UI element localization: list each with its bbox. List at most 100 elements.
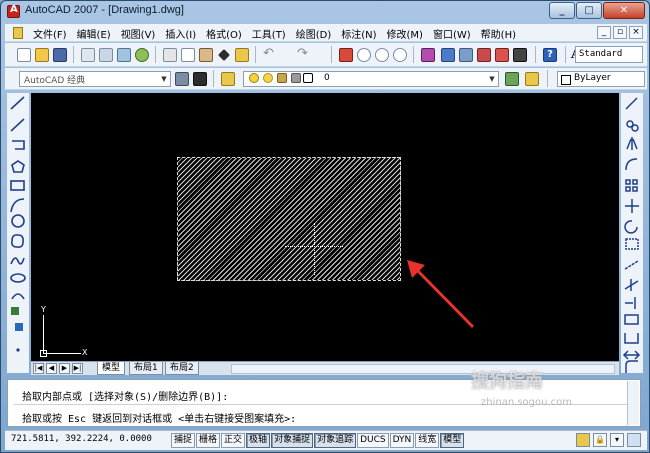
- fillet-icon: [625, 360, 638, 373]
- command-scrollbar[interactable]: [627, 381, 639, 425]
- polygon-icon: [11, 160, 25, 173]
- status-menu-icon[interactable]: ▾: [610, 433, 624, 447]
- match-properties-icon[interactable]: [218, 49, 230, 61]
- arc-icon: [10, 198, 25, 213]
- menu-edit[interactable]: 编辑(E): [77, 26, 111, 41]
- paste-icon[interactable]: [199, 48, 213, 62]
- design-center-icon[interactable]: [441, 48, 455, 62]
- layer-color-icon[interactable]: [291, 73, 301, 83]
- doc-minimize-button[interactable]: _: [597, 26, 611, 39]
- menu-format[interactable]: 格式(O): [206, 26, 242, 41]
- array-icon: [625, 179, 631, 185]
- menu-help[interactable]: 帮助(H): [481, 26, 516, 41]
- print-preview-icon[interactable]: [99, 48, 113, 62]
- autocad-app-icon[interactable]: [7, 4, 20, 18]
- line-icon: [10, 96, 25, 110]
- calculator-icon[interactable]: [513, 48, 527, 62]
- pan-icon[interactable]: [339, 48, 353, 62]
- next-tab-button[interactable]: ▶: [59, 363, 70, 374]
- menu-file[interactable]: 文件(F): [33, 26, 67, 41]
- zoom-previous-icon[interactable]: [393, 48, 407, 62]
- publish-icon[interactable]: [117, 48, 131, 62]
- text-style-select[interactable]: Standard: [575, 46, 643, 63]
- workspace-settings-icon[interactable]: [175, 72, 189, 86]
- break-icon: [624, 314, 639, 325]
- communication-center-icon[interactable]: [576, 433, 590, 447]
- clean-screen-icon[interactable]: [627, 433, 641, 447]
- open-file-icon[interactable]: [35, 48, 49, 62]
- lineweight-toggle[interactable]: 线宽: [415, 433, 440, 448]
- save-icon[interactable]: [53, 48, 67, 62]
- make-current-layer-icon[interactable]: [505, 72, 519, 86]
- layer-on-icon[interactable]: [249, 73, 259, 83]
- doc-close-button[interactable]: ×: [629, 26, 643, 39]
- layer-manager-icon[interactable]: [221, 72, 235, 86]
- prev-tab-button[interactable]: ◀: [46, 363, 57, 374]
- menu-bar: 文件(F) 编辑(E) 视图(V) 插入(I) 格式(O) 工具(T) 绘图(D…: [5, 24, 647, 42]
- cut-icon[interactable]: [163, 48, 177, 62]
- doc-restore-button[interactable]: ▫: [613, 26, 627, 39]
- model-toggle[interactable]: 模型: [440, 433, 465, 448]
- dyn-toggle[interactable]: DYN: [389, 433, 415, 448]
- copy-icon[interactable]: [181, 48, 195, 62]
- make-block-icon: [15, 323, 23, 331]
- tab-model[interactable]: 模型: [97, 362, 126, 375]
- save-workspace-icon[interactable]: [193, 72, 207, 86]
- redo-icon[interactable]: ↷: [297, 47, 311, 62]
- minimize-button[interactable]: _: [549, 2, 575, 19]
- undo-icon[interactable]: ↶: [263, 47, 277, 62]
- tab-layout2[interactable]: 布局2: [165, 362, 199, 375]
- autocad-window: AutoCAD 2007 - [Drawing1.dwg] _ □ ✕ 文件(F…: [0, 0, 650, 453]
- ortho-toggle[interactable]: 正交: [221, 433, 246, 448]
- maximize-button[interactable]: □: [576, 2, 602, 19]
- layer-value: 0: [324, 73, 330, 83]
- join-icon: [624, 333, 639, 344]
- menu-modify[interactable]: 修改(M): [387, 26, 423, 41]
- menu-window[interactable]: 窗口(W): [433, 26, 471, 41]
- help-icon[interactable]: ?: [543, 48, 557, 62]
- ellipse-icon: [10, 273, 26, 283]
- menu-insert[interactable]: 插入(I): [165, 26, 196, 41]
- zoom-realtime-icon[interactable]: [357, 48, 371, 62]
- layer-lock-icon[interactable]: [277, 73, 287, 83]
- polar-toggle[interactable]: 极轴: [246, 433, 271, 448]
- modify-tools-icons: [622, 97, 641, 373]
- 3d-dwf-icon[interactable]: [135, 48, 149, 62]
- revision-cloud-icon: [11, 234, 24, 248]
- annotation-arrow: [407, 260, 475, 329]
- layer-plot-icon[interactable]: [303, 73, 313, 83]
- menu-view[interactable]: 视图(V): [121, 26, 156, 41]
- first-tab-button[interactable]: |◀: [33, 363, 44, 374]
- color-control-select[interactable]: ByLayer: [557, 71, 645, 87]
- horizontal-scrollbar[interactable]: [231, 364, 615, 374]
- workspace-select[interactable]: AutoCAD 经典 ▼: [19, 71, 171, 87]
- grid-toggle[interactable]: 栅格: [196, 433, 221, 448]
- menu-tools[interactable]: 工具(T): [252, 26, 286, 41]
- new-file-icon[interactable]: [17, 48, 31, 62]
- lock-icon[interactable]: 🔒: [593, 433, 607, 447]
- layer-previous-icon[interactable]: [525, 72, 539, 86]
- chamfer-icon: [622, 350, 641, 360]
- tab-layout1[interactable]: 布局1: [129, 362, 163, 375]
- markup-icon[interactable]: [495, 48, 509, 62]
- status-bar: 721.5811, 392.2224, 0.0000 捕捉 栅格 正交 极轴 对…: [5, 430, 647, 450]
- zoom-window-icon[interactable]: [375, 48, 389, 62]
- close-button[interactable]: ✕: [603, 2, 645, 19]
- properties-icon[interactable]: [421, 48, 435, 62]
- layer-freeze-icon[interactable]: [263, 73, 273, 83]
- block-editor-icon[interactable]: [235, 48, 249, 62]
- osnap-toggle[interactable]: 对象捕捉: [271, 433, 314, 448]
- drawing-canvas[interactable]: Y X: [31, 93, 619, 361]
- otrack-toggle[interactable]: 对象追踪: [314, 433, 357, 448]
- document-icon[interactable]: [13, 27, 23, 39]
- ducs-toggle[interactable]: DUCS: [357, 433, 389, 448]
- last-tab-button[interactable]: ▶|: [72, 363, 83, 374]
- tool-palettes-icon[interactable]: [459, 48, 473, 62]
- menu-draw[interactable]: 绘图(D): [296, 26, 332, 41]
- command-line-2: 拾取或按 Esc 键返回到对话框或 <单击右键接受图案填充>:: [22, 414, 297, 425]
- sheet-set-icon[interactable]: [477, 48, 491, 62]
- snap-toggle[interactable]: 捕捉: [171, 433, 196, 448]
- command-line-1: 拾取内部点或 [选择对象(S)/删除边界(B)]:: [22, 392, 229, 403]
- menu-dimension[interactable]: 标注(N): [341, 26, 376, 41]
- print-icon[interactable]: [81, 48, 95, 62]
